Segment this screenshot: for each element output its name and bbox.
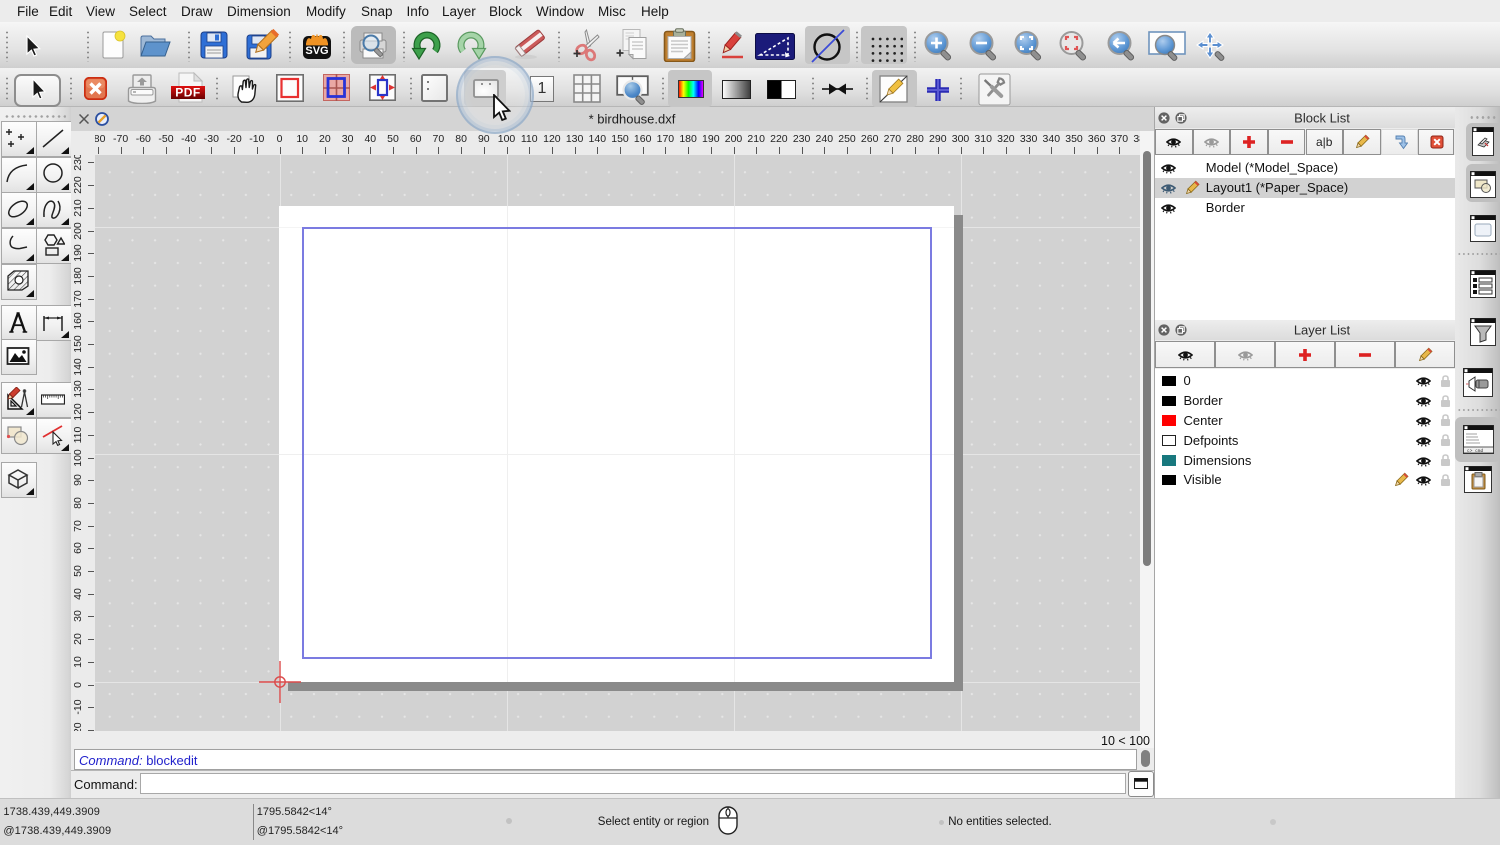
svg-text:PDF: PDF	[175, 86, 201, 100]
svg-text:c> cmd: c> cmd	[1467, 447, 1484, 453]
svg-text:SVG: SVG	[305, 45, 328, 57]
